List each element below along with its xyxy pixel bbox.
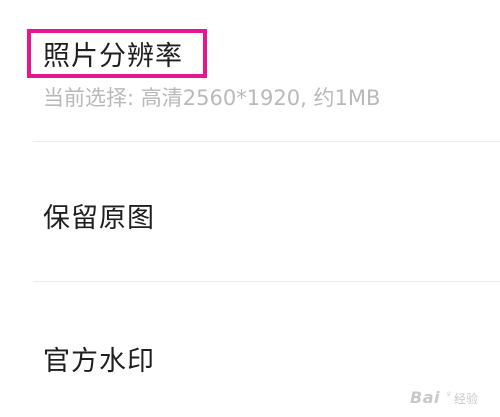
- baidu-watermark-brand: Bai: [410, 388, 440, 407]
- official-watermark-title: 官方水印: [43, 346, 155, 377]
- keep-original-title: 保留原图: [43, 203, 155, 234]
- photo-resolution-current-value: 当前选择: 高清2560*1920, 约1MB: [43, 86, 381, 110]
- photo-resolution-title: 照片分辨率: [43, 41, 183, 72]
- photo-resolution-setting[interactable]: 照片分辨率 当前选择: 高清2560*1920, 约1MB: [0, 0, 500, 141]
- keep-original-setting[interactable]: 保留原图: [0, 142, 500, 281]
- baidu-watermark-suffix: 经验: [453, 392, 478, 406]
- camera-settings-screen: 照片分辨率 当前选择: 高清2560*1920, 约1MB 保留原图 官方水印 …: [0, 0, 500, 417]
